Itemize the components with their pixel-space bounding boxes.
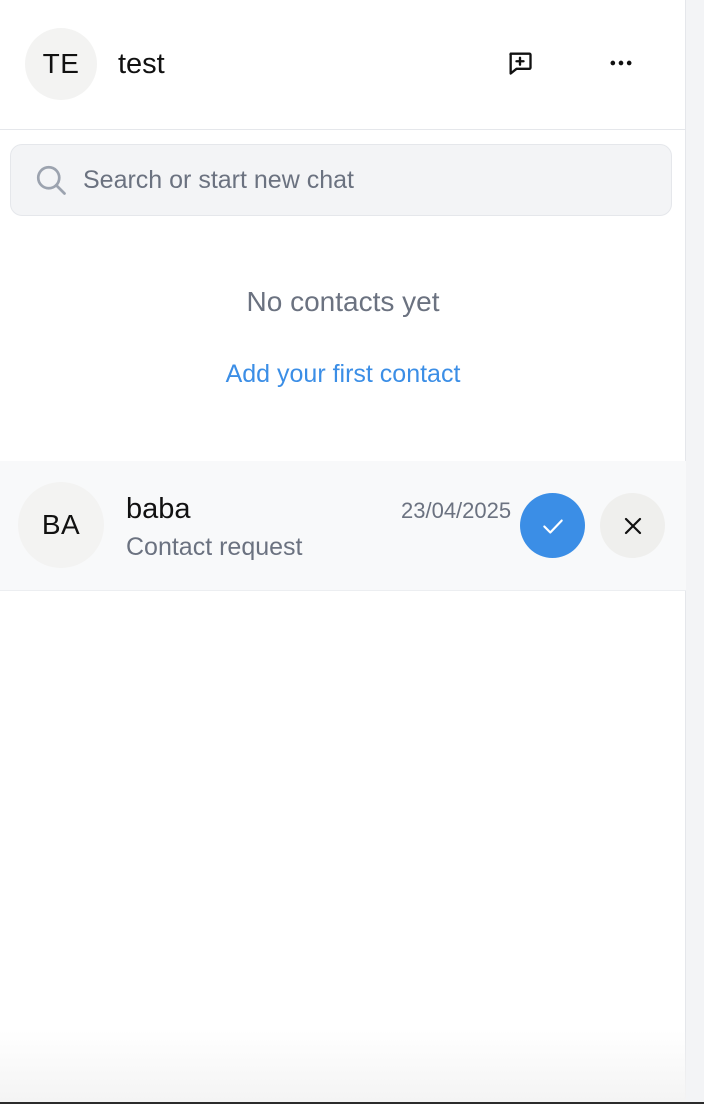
search-input[interactable]	[83, 145, 663, 215]
check-icon	[542, 519, 563, 534]
request-date: 23/04/2025	[401, 498, 512, 523]
contact-name: baba	[126, 493, 191, 525]
content-pane-edge	[686, 0, 704, 1104]
accept-request-button[interactable]	[520, 493, 585, 558]
avatar: BA	[18, 482, 104, 568]
new-chat-button[interactable]	[496, 39, 544, 87]
bottom-fade	[0, 1030, 686, 1102]
contact-request-label: Contact request	[126, 533, 303, 561]
search-icon	[36, 165, 66, 195]
search-bar	[10, 144, 672, 216]
app-window: TE test Search or start new chat No cont…	[0, 0, 704, 1104]
contact-request-row[interactable]: BA baba Contact request 23/04/2025	[0, 461, 686, 591]
reject-request-button[interactable]	[600, 493, 665, 558]
avatar[interactable]: TE	[25, 28, 97, 100]
close-icon	[624, 517, 641, 534]
more-options-button[interactable]	[597, 39, 645, 87]
contacts-sidebar: TE test Search or start new chat No cont…	[0, 0, 686, 1104]
current-username: test	[118, 48, 165, 80]
sidebar-header: TE test	[0, 0, 686, 130]
empty-state-title: No contacts yet	[246, 286, 440, 317]
message-square-plus-icon	[509, 52, 532, 75]
more-horizontal-icon	[610, 60, 632, 66]
add-first-contact-link[interactable]: Add your first contact	[0, 357, 686, 391]
